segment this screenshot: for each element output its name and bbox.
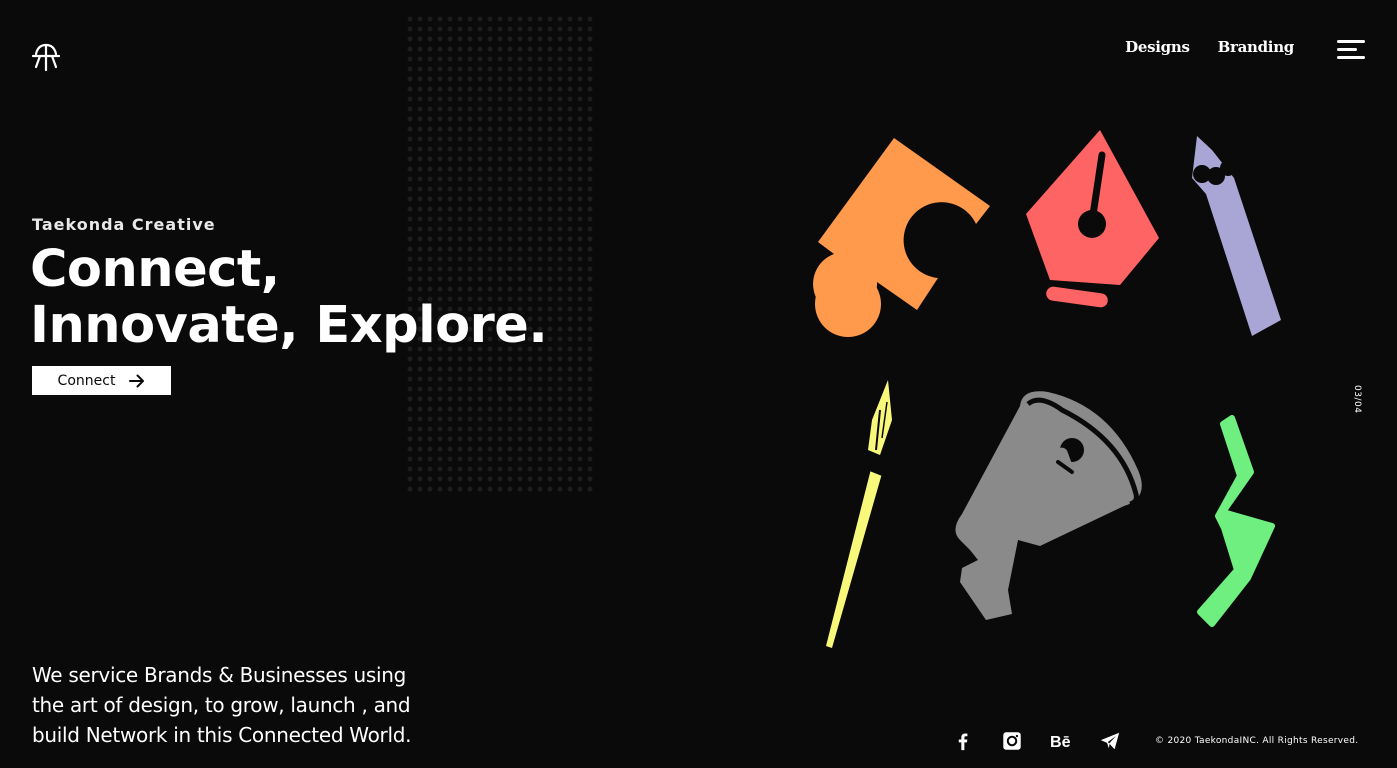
facebook-icon[interactable] [950, 728, 976, 754]
social-links: Bē [950, 728, 1123, 754]
slide-counter: 03/04 [1352, 385, 1362, 414]
headline-line-2: Innovate, Explore. [30, 296, 548, 355]
pen-nib-icon [1026, 130, 1159, 308]
top-nav: Designs Branding [1125, 38, 1294, 56]
nav-designs-link[interactable]: Designs [1125, 38, 1190, 56]
hero-headline: Connect, Innovate, Explore. [30, 240, 548, 355]
puzzle-piece-icon [813, 138, 990, 337]
blurb-line-1: We service Brands & Businesses using [32, 663, 407, 687]
intro-blurb: We service Brands & Businesses using the… [32, 660, 452, 750]
svg-text:Bē: Bē [1050, 733, 1071, 751]
hamburger-menu-icon[interactable] [1337, 40, 1365, 60]
hero-kicker: Taekonda Creative [32, 215, 216, 234]
blurb-line-2: the art of design, to grow, launch , and [32, 693, 411, 717]
megaphone-icon [955, 391, 1142, 620]
headline-line-1: Connect, [30, 240, 280, 299]
paint-brush-icon [826, 380, 892, 648]
brand-logo-icon[interactable] [30, 40, 62, 72]
connect-button[interactable]: Connect [32, 366, 171, 395]
creative-tools-illustration [813, 130, 1281, 648]
squiggle-icon [1197, 415, 1275, 627]
blurb-line-3: build Network in this Connected World. [32, 723, 412, 747]
behance-icon[interactable]: Bē [1048, 728, 1074, 754]
connect-button-label: Connect [57, 372, 116, 389]
copyright-text: © 2020 TaekondaINC. All Rights Reserved. [1155, 736, 1359, 746]
pencil-icon [1192, 136, 1281, 336]
instagram-icon[interactable] [999, 728, 1025, 754]
menu-bar [1337, 56, 1365, 59]
menu-bar [1337, 40, 1365, 43]
arrow-right-icon [129, 374, 145, 387]
landing-page: Designs Branding Taekonda Creative Conne… [0, 0, 1397, 768]
menu-bar [1337, 48, 1357, 51]
telegram-icon[interactable] [1097, 728, 1123, 754]
nav-branding-link[interactable]: Branding [1218, 38, 1295, 56]
